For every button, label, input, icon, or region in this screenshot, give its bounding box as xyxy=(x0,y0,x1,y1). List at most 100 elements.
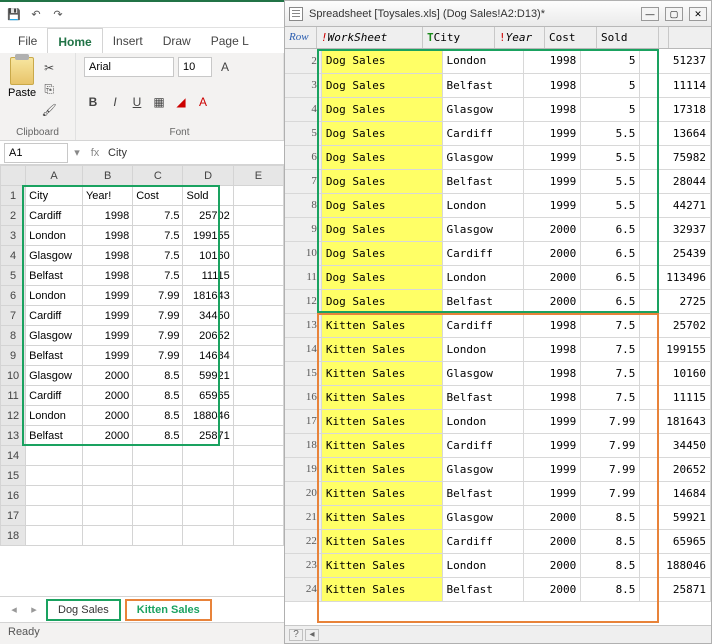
format-painter-icon[interactable]: 🖌 xyxy=(40,101,58,119)
cell[interactable]: 8.5 xyxy=(133,366,183,386)
viewer-row[interactable]: 8Dog SalesLondon19995.544271 xyxy=(285,193,711,217)
cell[interactable]: 7.99 xyxy=(133,306,183,326)
row-header[interactable]: 2 xyxy=(1,206,26,226)
cell[interactable]: London xyxy=(26,286,83,306)
viewer-row[interactable]: 18Kitten SalesCardiff19997.9934450 xyxy=(285,433,711,457)
cell[interactable] xyxy=(82,486,132,506)
cell[interactable]: Cardiff xyxy=(26,206,83,226)
cell[interactable] xyxy=(233,526,283,546)
cell[interactable] xyxy=(82,466,132,486)
cell[interactable] xyxy=(233,466,283,486)
row-header[interactable]: 16 xyxy=(1,486,26,506)
row-header[interactable]: 9 xyxy=(1,346,26,366)
viewer-row[interactable]: 6Dog SalesGlasgow19995.575982 xyxy=(285,145,711,169)
row-header[interactable]: 5 xyxy=(1,266,26,286)
close-button[interactable]: ✕ xyxy=(689,7,707,21)
viewer-row[interactable]: 23Kitten SalesLondon20008.5188046 xyxy=(285,553,711,577)
cell[interactable] xyxy=(233,446,283,466)
font-color-icon[interactable]: A xyxy=(194,93,212,111)
formula-input[interactable]: City xyxy=(104,147,284,159)
cell[interactable]: Glasgow xyxy=(26,326,83,346)
col-header[interactable]: D xyxy=(183,166,233,186)
cell[interactable]: 1998 xyxy=(82,246,132,266)
cell[interactable]: 7.5 xyxy=(133,266,183,286)
viewer-body[interactable]: 2Dog SalesLondon19985512373Dog SalesBelf… xyxy=(285,49,711,625)
cell[interactable] xyxy=(233,426,283,446)
spreadsheet-grid[interactable]: ABCDE1CityYear!CostSold2Cardiff19987.525… xyxy=(0,165,284,546)
col-row[interactable]: Row xyxy=(285,27,317,48)
viewer-titlebar[interactable]: Spreadsheet [Toysales.xls] (Dog Sales!A2… xyxy=(285,1,711,27)
cell[interactable] xyxy=(183,526,233,546)
font-size-input[interactable] xyxy=(178,57,212,77)
col-city[interactable]: TCity xyxy=(423,27,495,48)
viewer-row[interactable]: 14Kitten SalesLondon19987.5199155 xyxy=(285,337,711,361)
viewer-row[interactable]: 21Kitten SalesGlasgow20008.559921 xyxy=(285,505,711,529)
row-header[interactable]: 13 xyxy=(1,426,26,446)
cell[interactable]: Sold xyxy=(183,186,233,206)
viewer-row[interactable]: 2Dog SalesLondon1998551237 xyxy=(285,49,711,73)
viewer-row[interactable]: 19Kitten SalesGlasgow19997.9920652 xyxy=(285,457,711,481)
cell[interactable]: 25702 xyxy=(183,206,233,226)
cell[interactable] xyxy=(233,206,283,226)
cell[interactable] xyxy=(82,446,132,466)
cell[interactable]: Belfast xyxy=(26,426,83,446)
viewer-row[interactable]: 10Dog SalesCardiff20006.525439 xyxy=(285,241,711,265)
sheet-prev-icon[interactable]: ◂ xyxy=(6,603,22,616)
cell[interactable] xyxy=(233,486,283,506)
cell[interactable]: 181643 xyxy=(183,286,233,306)
increase-font-icon[interactable]: A xyxy=(216,58,234,76)
viewer-row[interactable]: 7Dog SalesBelfast19995.528044 xyxy=(285,169,711,193)
cell[interactable] xyxy=(233,386,283,406)
bold-button[interactable]: B xyxy=(84,93,102,111)
cell[interactable]: 2000 xyxy=(82,366,132,386)
col-header[interactable]: C xyxy=(133,166,183,186)
col-header[interactable]: B xyxy=(82,166,132,186)
row-header[interactable]: 7 xyxy=(1,306,26,326)
cell[interactable]: 1999 xyxy=(82,346,132,366)
undo-icon[interactable]: ↶ xyxy=(28,7,44,23)
viewer-row[interactable]: 24Kitten SalesBelfast20008.525871 xyxy=(285,577,711,601)
cell[interactable]: City xyxy=(26,186,83,206)
row-header[interactable]: 3 xyxy=(1,226,26,246)
underline-button[interactable]: U xyxy=(128,93,146,111)
cell[interactable]: 2000 xyxy=(82,406,132,426)
row-header[interactable]: 18 xyxy=(1,526,26,546)
cell[interactable] xyxy=(133,466,183,486)
namebox-dropdown-icon[interactable]: ▾ xyxy=(68,146,86,159)
col-cost[interactable]: Cost xyxy=(545,27,597,48)
tab-file[interactable]: File xyxy=(8,28,47,53)
help-button[interactable]: ? xyxy=(289,629,303,641)
row-header[interactable]: 17 xyxy=(1,506,26,526)
cell[interactable]: 8.5 xyxy=(133,406,183,426)
font-name-input[interactable] xyxy=(84,57,174,77)
cell[interactable] xyxy=(82,506,132,526)
tab-page-layout[interactable]: Page L xyxy=(201,28,259,53)
col-header[interactable]: A xyxy=(26,166,83,186)
viewer-row[interactable]: 17Kitten SalesLondon19997.99181643 xyxy=(285,409,711,433)
tab-insert[interactable]: Insert xyxy=(103,28,153,53)
col-header[interactable]: E xyxy=(233,166,283,186)
cell[interactable] xyxy=(26,446,83,466)
cell[interactable]: 7.5 xyxy=(133,226,183,246)
cell[interactable]: 11115 xyxy=(183,266,233,286)
cell[interactable]: 1999 xyxy=(82,326,132,346)
viewer-row[interactable]: 20Kitten SalesBelfast19997.9914684 xyxy=(285,481,711,505)
row-header[interactable]: 12 xyxy=(1,406,26,426)
cell[interactable] xyxy=(233,266,283,286)
select-all-corner[interactable] xyxy=(1,166,26,186)
cell[interactable]: London xyxy=(26,406,83,426)
row-header[interactable]: 11 xyxy=(1,386,26,406)
cell[interactable] xyxy=(183,466,233,486)
cell[interactable]: 65965 xyxy=(183,386,233,406)
cell[interactable]: 59921 xyxy=(183,366,233,386)
cell[interactable] xyxy=(26,506,83,526)
cell[interactable]: London xyxy=(26,226,83,246)
cell[interactable]: Glasgow xyxy=(26,366,83,386)
border-icon[interactable]: ▦ xyxy=(150,93,168,111)
cell[interactable] xyxy=(183,506,233,526)
name-box[interactable] xyxy=(4,143,68,163)
cell[interactable] xyxy=(133,446,183,466)
cell[interactable]: 1998 xyxy=(82,226,132,246)
cell[interactable] xyxy=(233,406,283,426)
cell[interactable]: 7.99 xyxy=(133,286,183,306)
